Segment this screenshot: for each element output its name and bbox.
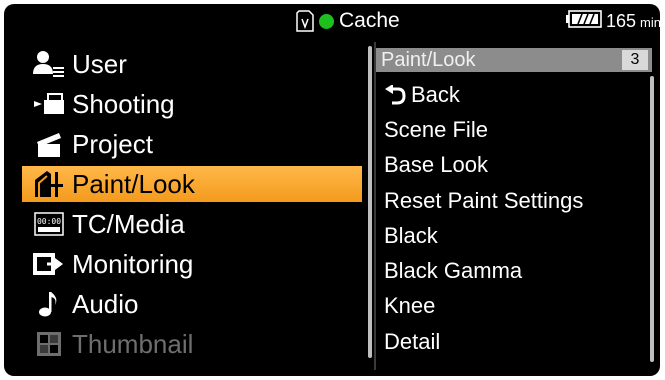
user-icon <box>30 49 68 79</box>
music-note-icon <box>30 289 68 319</box>
submenu-item-label: Detail <box>384 329 441 354</box>
status-bar: Cache 165 min <box>4 4 660 38</box>
back-arrow-icon <box>384 85 406 105</box>
menu-item-monitoring[interactable]: Monitoring <box>22 246 362 282</box>
menu-item-thumbnail[interactable]: Thumbnail <box>22 326 362 362</box>
svg-text:00:00: 00:00 <box>37 217 61 226</box>
menu-item-label: Monitoring <box>72 248 194 279</box>
battery-time: 165 <box>606 10 637 31</box>
menu-item-user[interactable]: User <box>22 46 362 82</box>
menu-item-label: TC/Media <box>72 208 185 239</box>
camera-icon <box>30 89 68 119</box>
submenu-item-label: Black <box>384 223 438 248</box>
submenu-item-label: Back <box>411 82 460 107</box>
submenu-item-detail[interactable]: Detail <box>384 326 440 358</box>
menu-item-tc-media[interactable]: 00:00 TC/Media <box>22 206 362 242</box>
submenu-item-label: Black Gamma <box>384 258 523 283</box>
submenu-item-label: Base Look <box>384 152 488 177</box>
submenu-item-label: Reset Paint Settings <box>384 188 584 213</box>
main-menu: User Shooting Project Paint/Look 00:00 T… <box>22 44 366 362</box>
monitoring-icon <box>30 249 68 279</box>
submenu-item-reset-paint-settings[interactable]: Reset Paint Settings <box>384 185 583 217</box>
submenu-item-black-gamma[interactable]: Black Gamma <box>384 255 522 287</box>
battery-icon <box>566 9 602 33</box>
submenu-title: Paint/Look <box>381 48 476 71</box>
battery-status: 165 min <box>566 8 660 34</box>
submenu-item-label: Scene File <box>384 117 488 142</box>
battery-unit: min <box>640 15 660 30</box>
sd-card-icon <box>296 10 314 32</box>
page-number-badge: 3 <box>622 50 648 70</box>
cache-status-dot <box>319 13 334 29</box>
submenu-item-base-look[interactable]: Base Look <box>384 149 488 181</box>
menu-item-label: Audio <box>72 288 139 319</box>
menu-item-audio[interactable]: Audio <box>22 286 362 322</box>
thumbnail-icon <box>30 329 68 359</box>
cache-label: Cache <box>339 9 400 32</box>
menu-item-label: User <box>72 48 127 79</box>
submenu-item-label: Knee <box>384 293 436 318</box>
submenu-scrollbar[interactable] <box>650 76 654 362</box>
menu-item-shooting[interactable]: Shooting <box>22 86 362 122</box>
timecode-icon: 00:00 <box>30 209 68 239</box>
clapperboard-icon <box>30 129 68 159</box>
main-menu-scrollbar[interactable] <box>368 46 372 358</box>
camera-menu-screen: Cache 165 min User Shooting Project Pain… <box>4 4 660 376</box>
submenu-item-black[interactable]: Black <box>384 220 438 252</box>
submenu-header: Paint/Look 3 <box>376 48 652 72</box>
menu-item-project[interactable]: Project <box>22 126 362 162</box>
menu-item-label: Project <box>72 128 153 159</box>
paint-look-icon <box>30 169 68 199</box>
menu-item-label: Shooting <box>72 88 175 119</box>
menu-item-paint-look[interactable]: Paint/Look <box>22 166 362 202</box>
submenu-item-knee[interactable]: Knee <box>384 290 435 322</box>
media-status: Cache <box>296 8 400 34</box>
menu-item-label: Paint/Look <box>72 168 195 199</box>
submenu-item-back[interactable]: Back <box>384 79 460 111</box>
menu-item-label: Thumbnail <box>72 328 194 359</box>
submenu-item-scene-file[interactable]: Scene File <box>384 114 488 146</box>
